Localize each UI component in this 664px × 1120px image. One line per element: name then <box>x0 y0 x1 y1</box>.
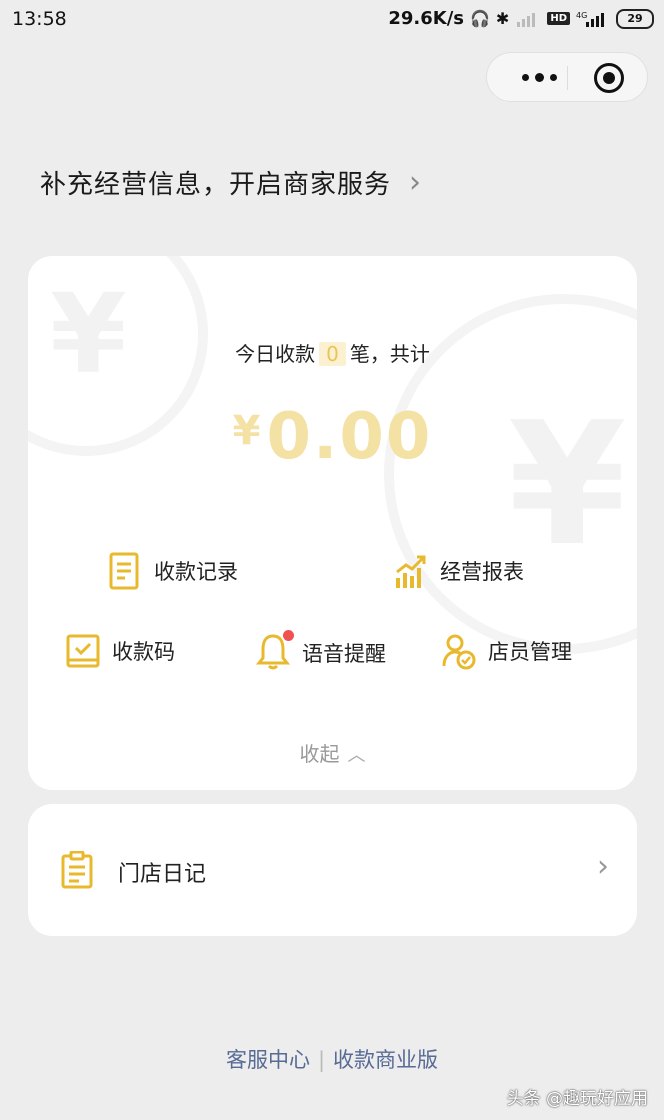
receipt-icon <box>109 552 139 590</box>
notification-dot <box>283 630 294 641</box>
hd-badge: HD <box>547 12 570 25</box>
staff-check-icon <box>442 634 476 670</box>
payment-summary-card: ¥ ¥ 今日收款 0 笔，共计 ¥0.00 收款记录 经营报表 收款码 语音提醒… <box>28 256 637 790</box>
today-receipt-line: 今日收款 0 笔，共计 <box>28 338 637 367</box>
voice-reminder-button[interactable]: 语音提醒 <box>255 630 386 674</box>
merchant-info-link[interactable]: 补充经营信息，开启商家服务 › <box>40 160 421 204</box>
battery-icon: 29 <box>616 8 654 29</box>
status-time: 13:58 <box>12 8 67 30</box>
staff-management-button[interactable]: 店员管理 <box>442 632 572 670</box>
business-edition-link[interactable]: 收款商业版 <box>333 1048 438 1072</box>
source-watermark: 头条 @趣玩好应用 <box>506 1089 648 1109</box>
amount-value: 0.00 <box>266 400 433 474</box>
voice-reminder-label: 语音提醒 <box>302 642 386 666</box>
status-right: 29.6K/s 🎧 ✱ HD 4G 29 <box>388 8 654 29</box>
chevron-right-icon: › <box>597 849 609 884</box>
payment-records-button[interactable]: 收款记录 <box>108 552 238 590</box>
bell-icon-wrap <box>255 630 294 674</box>
staff-management-label: 店员管理 <box>488 640 572 664</box>
merchant-info-text: 补充经营信息，开启商家服务 <box>40 169 392 200</box>
collapse-label: 收起 <box>299 742 340 766</box>
store-diary-card[interactable]: 门店日记 › <box>28 804 637 936</box>
footer-separator: | <box>317 1048 326 1072</box>
customer-service-link[interactable]: 客服中心 <box>226 1048 310 1072</box>
status-bar: 13:58 29.6K/s 🎧 ✱ HD 4G 29 <box>0 0 664 40</box>
signal-4g-icon: 4G <box>576 11 604 27</box>
payment-qrcode-label: 收款码 <box>112 640 175 664</box>
capsule-menu <box>486 52 648 102</box>
target-close-icon[interactable] <box>594 63 624 93</box>
signal-icon <box>517 12 536 27</box>
store-diary-label: 门店日记 <box>118 862 207 887</box>
network-type-label: 4G <box>576 11 587 20</box>
qrcode-card-icon <box>66 634 100 668</box>
capsule-divider <box>567 66 568 90</box>
today-suffix: 笔，共计 <box>349 342 430 366</box>
payment-records-label: 收款记录 <box>154 560 238 584</box>
yen-watermark-left-glyph: ¥ <box>50 270 127 398</box>
chevron-right-icon: › <box>409 164 422 200</box>
bar-chart-icon <box>396 555 426 588</box>
payment-qrcode-button[interactable]: 收款码 <box>66 632 175 670</box>
business-report-button[interactable]: 经营报表 <box>394 552 524 590</box>
today-count: 0 <box>319 342 346 366</box>
more-dots-icon[interactable] <box>509 53 569 101</box>
page: 13:58 29.6K/s 🎧 ✱ HD 4G 29 补充经营信息，开启商家服务… <box>0 0 664 1120</box>
headphones-icon: 🎧 <box>470 9 490 28</box>
clipboard-icon <box>61 851 93 889</box>
bluetooth-icon: ✱ <box>495 9 510 28</box>
footer-links: 客服中心 | 收款商业版 <box>0 1044 664 1074</box>
today-amount: ¥0.00 <box>28 400 637 474</box>
chevron-up-icon: ︿ <box>347 745 366 766</box>
collapse-button[interactable]: 收起 ︿ <box>28 738 637 767</box>
business-report-label: 经营报表 <box>440 560 524 584</box>
network-speed: 29.6K/s <box>388 8 464 29</box>
currency-symbol: ¥ <box>232 408 261 454</box>
today-prefix: 今日收款 <box>235 342 316 366</box>
